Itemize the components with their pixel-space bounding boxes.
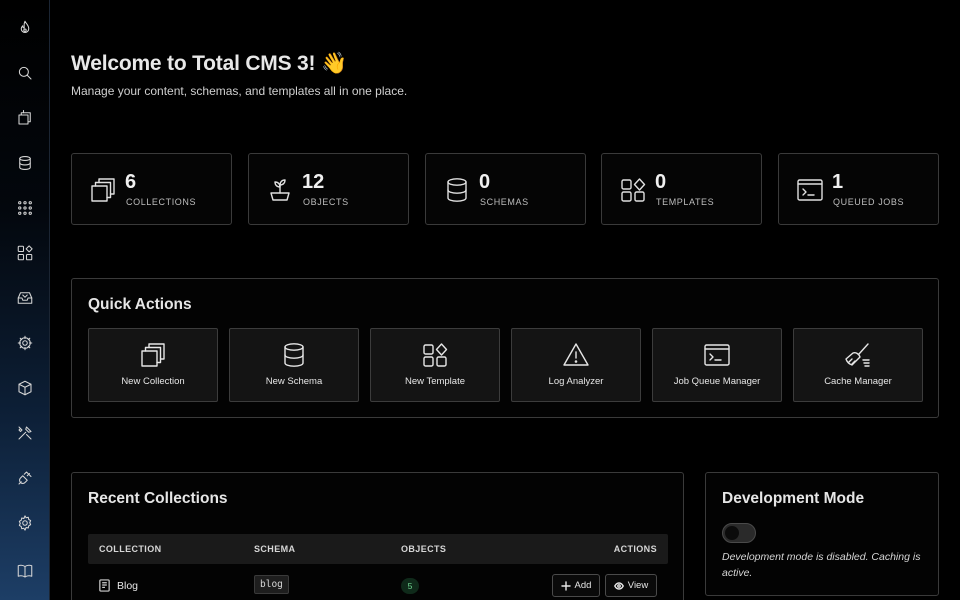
development-mode-title: Development Mode	[722, 490, 865, 507]
column-header-objects: OBJECTS	[401, 544, 447, 554]
stat-card-schemas[interactable]: 0 SCHEMAS	[425, 153, 586, 225]
flame-icon	[20, 20, 30, 34]
stat-label: QUEUED JOBS	[833, 197, 905, 207]
sidebar-item-settings[interactable]	[13, 511, 37, 535]
plant-icon	[266, 176, 294, 204]
cog-chip-icon	[17, 335, 33, 351]
document-icon	[99, 579, 110, 592]
stat-label: SCHEMAS	[480, 197, 529, 207]
new-schema-button[interactable]: New Schema	[229, 328, 359, 402]
column-header-actions: ACTIONS	[613, 544, 657, 554]
database-icon	[19, 156, 31, 170]
stat-card-templates[interactable]: 0 TEMPLATES	[601, 153, 762, 225]
stat-card-queued-jobs[interactable]: 1 QUEUED JOBS	[778, 153, 939, 225]
new-collection-button[interactable]: New Collection	[88, 328, 218, 402]
new-template-button[interactable]: New Template	[370, 328, 500, 402]
toggle-knob	[725, 526, 739, 540]
button-label: New Template	[404, 376, 466, 387]
button-label: New Collection	[121, 376, 185, 387]
button-label: New Schema	[265, 376, 323, 387]
gear-icon	[18, 515, 32, 531]
broom-icon	[844, 341, 872, 369]
stat-card-collections[interactable]: 6 COLLECTIONS	[71, 153, 232, 225]
plus-icon	[560, 580, 571, 591]
box-icon	[18, 380, 32, 396]
stat-value: 1	[832, 171, 844, 193]
objects-count-badge: 5	[401, 578, 419, 594]
collection-name: Blog	[117, 579, 139, 592]
stat-label: OBJECTS	[303, 197, 349, 207]
column-header-schema: SCHEMA	[254, 544, 296, 554]
recent-collections-panel: Recent Collections COLLECTION SCHEMA OBJ…	[71, 472, 684, 600]
collections-icon	[18, 109, 31, 125]
sidebar-item-jobs[interactable]	[13, 331, 37, 355]
log-analyzer-button[interactable]: Log Analyzer	[511, 328, 641, 402]
eye-icon	[613, 581, 624, 590]
sidebar-item-objects[interactable]	[13, 196, 37, 220]
table-header: COLLECTION SCHEMA OBJECTS ACTIONS	[88, 534, 668, 564]
search-icon	[18, 66, 32, 80]
view-collection-button[interactable]: View	[605, 574, 657, 597]
sidebar-item-collections[interactable]	[13, 106, 37, 130]
sidebar	[0, 0, 50, 600]
page-title: Welcome to Total CMS 3! 👋	[71, 52, 347, 75]
quick-actions-panel: Quick Actions New Collection New Schema …	[71, 278, 939, 418]
database-icon	[443, 176, 471, 204]
sidebar-item-packages[interactable]	[13, 376, 37, 400]
sidebar-item-integrations[interactable]	[13, 466, 37, 490]
recent-collections-title: Recent Collections	[88, 490, 228, 507]
templates-icon	[619, 176, 647, 204]
sidebar-item-schemas[interactable]	[13, 151, 37, 175]
tools-icon	[18, 426, 32, 440]
stat-label: TEMPLATES	[656, 197, 715, 207]
terminal-icon	[796, 176, 824, 204]
sidebar-item-templates[interactable]	[13, 241, 37, 265]
warning-icon	[562, 341, 590, 369]
sidebar-item-tools[interactable]	[13, 421, 37, 445]
plug-icon	[18, 471, 32, 485]
stat-label: COLLECTIONS	[126, 197, 197, 207]
development-mode-toggle[interactable]	[722, 523, 756, 543]
terminal-icon	[703, 341, 731, 369]
sidebar-item-inbox[interactable]	[13, 286, 37, 310]
sidebar-item-docs[interactable]	[13, 559, 37, 583]
job-queue-manager-button[interactable]: Job Queue Manager	[652, 328, 782, 402]
add-object-button[interactable]: Add	[552, 574, 600, 597]
button-label: Log Analyzer	[548, 376, 604, 387]
collections-icon	[139, 341, 167, 369]
development-mode-panel: Development Mode Development mode is dis…	[705, 472, 939, 596]
main-content: Welcome to Total CMS 3! 👋 Manage your co…	[50, 0, 960, 600]
stat-value: 12	[302, 171, 325, 193]
collections-icon	[89, 176, 117, 204]
table-row: Blog blog 5 Add View	[88, 571, 668, 600]
development-mode-description: Development mode is disabled. Caching is…	[722, 551, 921, 579]
sidebar-item-search[interactable]	[13, 61, 37, 85]
stat-card-objects[interactable]: 12 OBJECTS	[248, 153, 409, 225]
cache-manager-button[interactable]: Cache Manager	[793, 328, 923, 402]
quick-actions-title: Quick Actions	[88, 296, 192, 313]
stat-value: 0	[655, 171, 667, 193]
column-header-collection: COLLECTION	[99, 544, 162, 554]
inbox-icon	[17, 292, 33, 304]
book-icon	[17, 564, 33, 578]
page-subtitle: Manage your content, schemas, and templa…	[71, 84, 408, 98]
button-label: Job Queue Manager	[673, 376, 761, 387]
database-icon	[280, 341, 308, 369]
schema-badge: blog	[254, 575, 289, 594]
stat-value: 6	[125, 171, 137, 193]
sidebar-item-dashboard[interactable]	[13, 16, 37, 40]
button-label: Cache Manager	[824, 376, 892, 387]
templates-icon	[17, 245, 33, 261]
collection-name-cell[interactable]: Blog	[98, 579, 138, 592]
stat-value: 0	[479, 171, 491, 193]
grid-dots-icon	[18, 201, 32, 215]
templates-icon	[421, 341, 449, 369]
